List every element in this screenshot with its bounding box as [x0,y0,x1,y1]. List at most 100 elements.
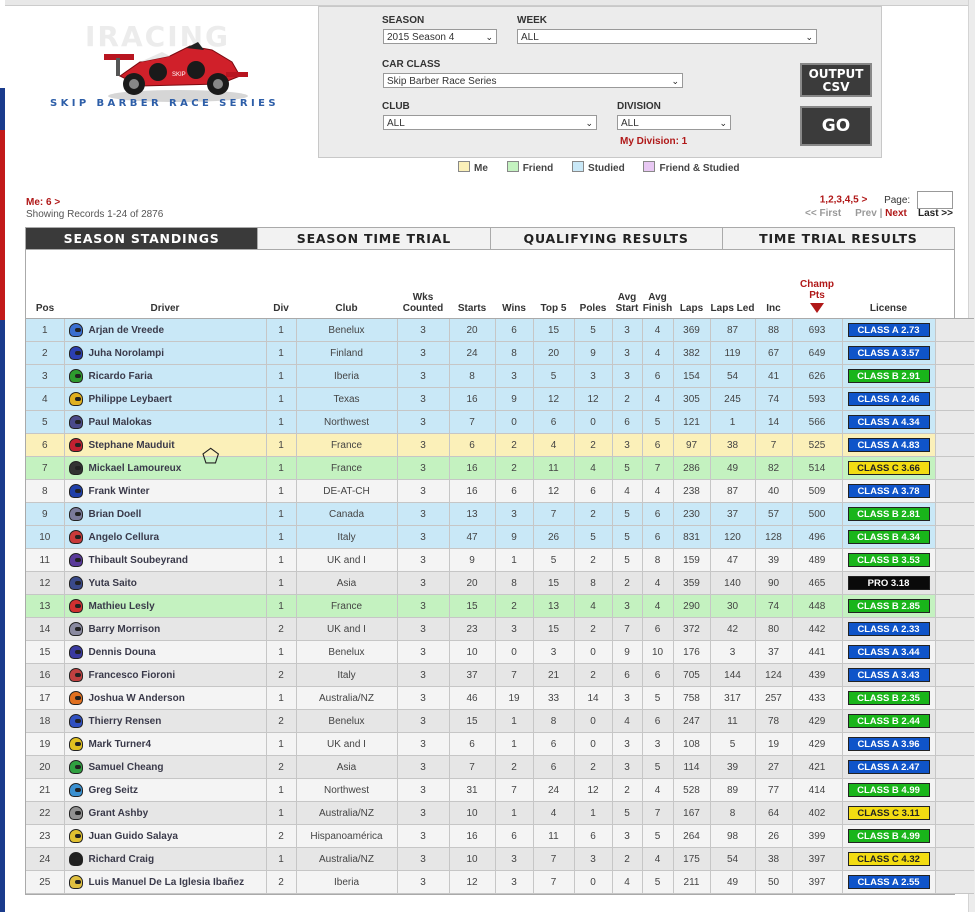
club-cell[interactable]: DE-AT-CH [296,479,398,503]
pages-next-arrow[interactable]: > [861,195,867,206]
table-row[interactable]: 14 Barry Morrison 2 UK and I 3 23 3 15 2 7 6 372 42 8… [26,617,974,641]
club-cell[interactable]: France [296,594,398,618]
driver-name[interactable]: Mathieu Lesly [89,601,155,612]
driver-cell[interactable]: Francesco Fioroni [64,663,267,687]
driver-cell[interactable]: Juha Norolampi [64,341,267,365]
driver-name[interactable]: Richard Craig [89,854,155,865]
table-row[interactable]: 24 Richard Craig 1 Australia/NZ 3 10 3 7 3 2 4 175 5… [26,847,974,871]
driver-name[interactable]: Juha Norolampi [89,348,165,359]
driver-name[interactable]: Ricardo Faria [89,371,153,382]
table-row[interactable]: 2 Juha Norolampi 1 Finland 3 24 8 20 9 3 4 382 119 67… [26,341,974,365]
table-row[interactable]: 1 Arjan de Vreede 1 Benelux 3 20 6 15 5 3 4 369 87 88… [26,318,974,342]
table-row[interactable]: 22 Grant Ashby 1 Australia/NZ 3 10 1 4 1 5 7 167 8 64… [26,801,974,825]
table-row[interactable]: 23 Juan Guido Salaya 2 Hispanoamérica 3 16 6 11… [26,824,974,848]
driver-name[interactable]: Philippe Leybaert [89,394,172,405]
club-cell[interactable]: Australia/NZ [296,801,398,825]
tab-time-trial-results[interactable]: TIME TRIAL RESULTS [722,228,954,249]
table-row[interactable]: 25 Luis Manuel De La Iglesia Ibañez 2 Iberi… [26,870,974,894]
club-cell[interactable]: Benelux [296,318,398,342]
club-cell[interactable]: UK and I [296,732,398,756]
car-class-select[interactable]: Skip Barber Race Series ⌄ [383,73,683,88]
club-cell[interactable]: Australia/NZ [296,847,398,871]
tab-qualifying-results[interactable]: QUALIFYING RESULTS [490,228,723,249]
col-top5[interactable]: Top 5 [533,250,574,319]
club-cell[interactable]: Iberia [296,870,398,894]
col-license[interactable]: License [842,250,935,319]
driver-name[interactable]: Barry Morrison [89,624,161,635]
table-row[interactable]: 4 Philippe Leybaert 1 Texas 3 16 9 12 12 2 4 305 245… [26,387,974,411]
col-avg-start[interactable]: Avg Start [612,250,642,319]
driver-cell[interactable]: Barry Morrison [64,617,267,641]
driver-name[interactable]: Juan Guido Salaya [89,831,178,842]
go-button[interactable]: GO [800,106,872,146]
club-cell[interactable]: UK and I [296,548,398,572]
driver-cell[interactable]: Paul Malokas [64,410,267,434]
club-cell[interactable]: Asia [296,571,398,595]
club-cell[interactable]: Finland [296,341,398,365]
club-cell[interactable]: Hispanoamérica [296,824,398,848]
col-laps[interactable]: Laps [673,250,710,319]
driver-cell[interactable]: Greg Seitz [64,778,267,802]
club-cell[interactable]: France [296,433,398,457]
driver-name[interactable]: Joshua W Anderson [89,693,185,704]
driver-cell[interactable]: Yuta Saito [64,571,267,595]
driver-name[interactable]: Stephane Mauduit [89,440,175,451]
driver-name[interactable]: Angelo Cellura [89,532,160,543]
driver-name[interactable]: Mark Turner4 [89,739,152,750]
driver-cell[interactable]: Samuel Cheang [64,755,267,779]
col-club[interactable]: Club [296,250,397,319]
col-poles[interactable]: Poles [574,250,612,319]
driver-cell[interactable]: Grant Ashby [64,801,267,825]
col-wins[interactable]: Wins [495,250,533,319]
table-row[interactable]: 20 Samuel Cheang 2 Asia 3 7 2 6 2 3 5 114 39 27 421 CLA… [26,755,974,779]
driver-name[interactable]: Yuta Saito [89,578,137,589]
driver-name[interactable]: Paul Malokas [89,417,152,428]
club-cell[interactable]: Iberia [296,364,398,388]
driver-cell[interactable]: Joshua W Anderson [64,686,267,710]
table-row[interactable]: 9 Brian Doell 1 Canada 3 13 3 7 2 5 6 230 37 57 500 CLA… [26,502,974,526]
driver-cell[interactable]: Frank Winter [64,479,267,503]
week-select[interactable]: ALL ⌄ [517,29,817,44]
driver-name[interactable]: Greg Seitz [89,785,138,796]
col-pos[interactable]: Pos [26,250,64,319]
club-cell[interactable]: France [296,456,398,480]
driver-cell[interactable]: Stephane Mauduit [64,433,267,457]
last-link[interactable]: Last >> [918,208,953,219]
club-cell[interactable]: Texas [296,387,398,411]
driver-name[interactable]: Thierry Rensen [89,716,162,727]
col-avg-finish[interactable]: Avg Finish [642,250,673,319]
page-input[interactable] [917,191,953,209]
col-div[interactable]: Div [266,250,296,319]
driver-cell[interactable]: Ricardo Faria [64,364,267,388]
club-cell[interactable]: Italy [296,525,398,549]
division-select[interactable]: ALL ⌄ [617,115,731,130]
prev-link[interactable]: Prev [855,208,877,219]
club-cell[interactable]: Benelux [296,640,398,664]
driver-cell[interactable]: Thierry Rensen [64,709,267,733]
table-row[interactable]: 13 Mathieu Lesly 1 France 3 15 2 13 4 3 4 290 30 74 44… [26,594,974,618]
driver-name[interactable]: Brian Doell [89,509,142,520]
col-wks-counted[interactable]: Wks Counted [397,250,449,319]
table-row[interactable]: 5 Paul Malokas 1 Northwest 3 7 0 6 0 6 5 121 1 14 566 C… [26,410,974,434]
table-row[interactable]: 18 Thierry Rensen 2 Benelux 3 15 1 8 0 4 6 247 11 78 4… [26,709,974,733]
driver-name[interactable]: Francesco Fioroni [89,670,176,681]
table-row[interactable]: 11 Thibault Soubeyrand 1 UK and I 3 9 1 5 2 5 8 159… [26,548,974,572]
table-row[interactable]: 21 Greg Seitz 1 Northwest 3 31 7 24 12 2 4 528 89 77 4… [26,778,974,802]
driver-cell[interactable]: Brian Doell [64,502,267,526]
tab-season-time-trial[interactable]: SEASON TIME TRIAL [258,228,491,249]
next-link[interactable]: Next [885,208,907,219]
table-row[interactable]: 7 Mickael Lamoureux 1 France 3 16 2 11 4 5 7 286 49 8… [26,456,974,480]
table-row[interactable]: 8 Frank Winter 1 DE-AT-CH 3 16 6 12 6 4 4 238 87 40 50… [26,479,974,503]
col-driver[interactable]: Driver [64,250,266,319]
first-link[interactable]: << First [805,208,841,219]
driver-cell[interactable]: Arjan de Vreede [64,318,267,342]
club-cell[interactable]: Asia [296,755,398,779]
table-row[interactable]: 3 Ricardo Faria 1 Iberia 3 8 3 5 3 3 6 154 54 41 626 CL… [26,364,974,388]
col-starts[interactable]: Starts [449,250,495,319]
table-row[interactable]: 10 Angelo Cellura 1 Italy 3 47 9 26 5 5 6 831 120 128… [26,525,974,549]
driver-cell[interactable]: Juan Guido Salaya [64,824,267,848]
table-row[interactable]: 15 Dennis Douna 1 Benelux 3 10 0 3 0 9 10 176 3 37 441… [26,640,974,664]
driver-cell[interactable]: Mickael Lamoureux [64,456,267,480]
driver-name[interactable]: Frank Winter [89,486,150,497]
table-row[interactable]: 6 Stephane Mauduit 1 France 3 6 2 4 2 3 6 97 38 7 525 C… [26,433,974,457]
